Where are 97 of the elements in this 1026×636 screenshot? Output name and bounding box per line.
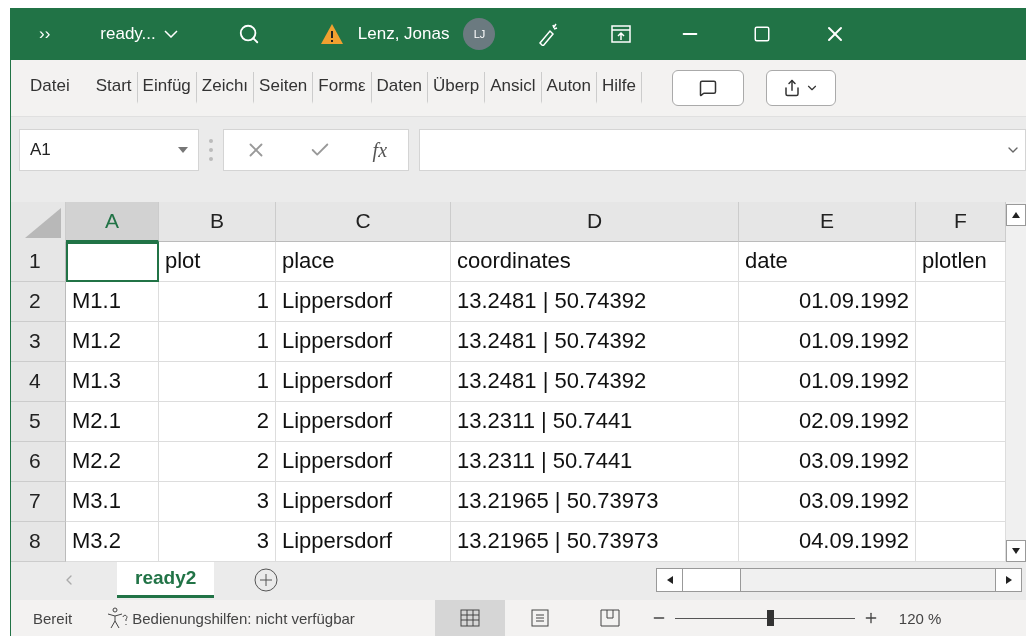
warning-icon — [319, 22, 344, 45]
sheet-tab[interactable]: ready2 — [117, 561, 215, 598]
table-cell: 3 — [159, 521, 276, 562]
user-name[interactable]: Lenz, Jonas — [357, 23, 450, 44]
column-header[interactable]: E — [739, 201, 916, 242]
table-cell: plot — [159, 241, 276, 282]
table-cell: Lippersdorf — [276, 481, 451, 522]
table-cell: Lippersdorf — [276, 321, 451, 362]
ribbon-tab[interactable]: Datei — [25, 71, 75, 104]
drag-handle-icon — [209, 138, 213, 163]
table-cell: Lippersdorf — [276, 401, 451, 442]
column-header[interactable]: F — [916, 201, 1006, 242]
ribbon-tab[interactable]: Formε — [313, 71, 372, 104]
status-text: Bereit — [33, 609, 73, 627]
table-cell: Lippersdorf — [276, 281, 451, 322]
maximize-icon[interactable] — [753, 24, 772, 43]
table-cell: Lippersdorf — [276, 441, 451, 482]
name-box[interactable]: A1 — [19, 129, 199, 172]
ribbon-tab[interactable]: Einfüg — [137, 71, 197, 104]
comment-icon — [699, 78, 718, 97]
accessibility-status[interactable]: Bedienungshilfen: nicht verfügbar — [132, 609, 355, 627]
table-cell: 01.09.1992 — [739, 361, 916, 402]
table-cell: 01.09.1992 — [739, 321, 916, 362]
zoom-thumb[interactable] — [767, 610, 775, 626]
table-cell: M2.1 — [66, 401, 159, 442]
selected-cell[interactable] — [66, 241, 159, 282]
table-cell: 13.2481 | 50.74392 — [451, 281, 739, 322]
table-cell: 2 — [159, 441, 276, 482]
table-cell: M2.2 — [66, 441, 159, 482]
ribbon-tab[interactable]: Auton — [541, 71, 598, 104]
table-cell: 01.09.1992 — [739, 281, 916, 322]
table-cell: 3 — [159, 481, 276, 522]
page-break-icon — [599, 609, 620, 627]
vertical-scrollbar[interactable] — [1006, 201, 1026, 562]
row-header[interactable]: 3 — [11, 321, 66, 362]
scroll-right-icon[interactable] — [1003, 574, 1014, 585]
file-name-button[interactable]: ready... — [100, 23, 178, 44]
table-cell: coordinates — [451, 241, 739, 282]
add-sheet-icon[interactable] — [254, 567, 279, 592]
table-cell: 1 — [159, 361, 276, 402]
table-cell: 13.2481 | 50.74392 — [451, 321, 739, 362]
column-header[interactable]: A — [66, 201, 159, 242]
row-header[interactable]: 7 — [11, 481, 66, 522]
comments-button[interactable] — [672, 69, 745, 106]
scroll-down-icon[interactable] — [1011, 545, 1021, 556]
table-cell: 1 — [159, 321, 276, 362]
ribbon-display-icon[interactable] — [611, 24, 632, 43]
row-header[interactable]: 5 — [11, 401, 66, 442]
column-header[interactable]: D — [451, 201, 739, 242]
ribbon-tab[interactable]: Ansicl — [485, 71, 542, 104]
table-cell: M1.3 — [66, 361, 159, 402]
table-cell: 2 — [159, 401, 276, 442]
table-cell: 13.2481 | 50.74392 — [451, 361, 739, 402]
table-cell: 02.09.1992 — [739, 401, 916, 442]
column-header[interactable]: B — [159, 201, 276, 242]
column-header[interactable]: C — [276, 201, 451, 242]
more-commands[interactable]: ›› — [39, 23, 51, 44]
table-cell: M1.1 — [66, 281, 159, 322]
user-avatar[interactable]: LJ — [463, 17, 496, 50]
grid-icon — [459, 609, 480, 627]
share-icon — [783, 78, 802, 97]
ribbon-tab[interactable]: Hilfe — [597, 71, 643, 104]
table-cell: M1.2 — [66, 321, 159, 362]
table-cell: M3.2 — [66, 521, 159, 562]
scroll-thumb[interactable] — [683, 568, 741, 591]
ribbon-tab[interactable]: Daten — [371, 71, 428, 104]
formula-input[interactable] — [419, 129, 1026, 172]
table-cell: M3.1 — [66, 481, 159, 522]
table-cell: 04.09.1992 — [739, 521, 916, 562]
ribbon-tab[interactable]: Zeichı — [196, 71, 255, 104]
table-cell: 13.2311 | 50.7441 — [451, 401, 739, 442]
table-cell: 03.09.1992 — [739, 441, 916, 482]
chevron-down-icon — [163, 29, 178, 38]
insert-function-button[interactable]: fx — [372, 138, 388, 162]
table-cell: 13.21965 | 50.73973 — [451, 481, 739, 522]
table-cell: Lippersdorf — [276, 361, 451, 402]
table-cell: 13.2311 | 50.7441 — [451, 441, 739, 482]
zoom-level[interactable]: 120 % — [898, 609, 942, 627]
table-cell: 13.21965 | 50.73973 — [451, 521, 739, 562]
accessibility-icon[interactable] — [106, 607, 131, 629]
ribbon-tab[interactable]: Überp — [427, 71, 486, 104]
row-header[interactable]: 4 — [11, 361, 66, 402]
search-icon[interactable] — [237, 22, 260, 45]
row-header[interactable]: 2 — [11, 281, 66, 322]
table-cell: place — [276, 241, 451, 282]
share-button[interactable] — [766, 69, 837, 106]
ribbon-tab[interactable]: Start — [90, 71, 138, 104]
horizontal-scrollbar[interactable] — [656, 567, 1022, 592]
row-header[interactable]: 6 — [11, 441, 66, 482]
row-header[interactable]: 8 — [11, 521, 66, 562]
row-header[interactable]: 1 — [11, 241, 66, 282]
page-layout-icon — [530, 609, 549, 627]
ribbon-tab[interactable]: Seiten — [254, 71, 314, 104]
table-cell: 03.09.1992 — [739, 481, 916, 522]
table-cell: Lippersdorf — [276, 521, 451, 562]
table-cell: date — [739, 241, 916, 282]
table-cell: 1 — [159, 281, 276, 322]
